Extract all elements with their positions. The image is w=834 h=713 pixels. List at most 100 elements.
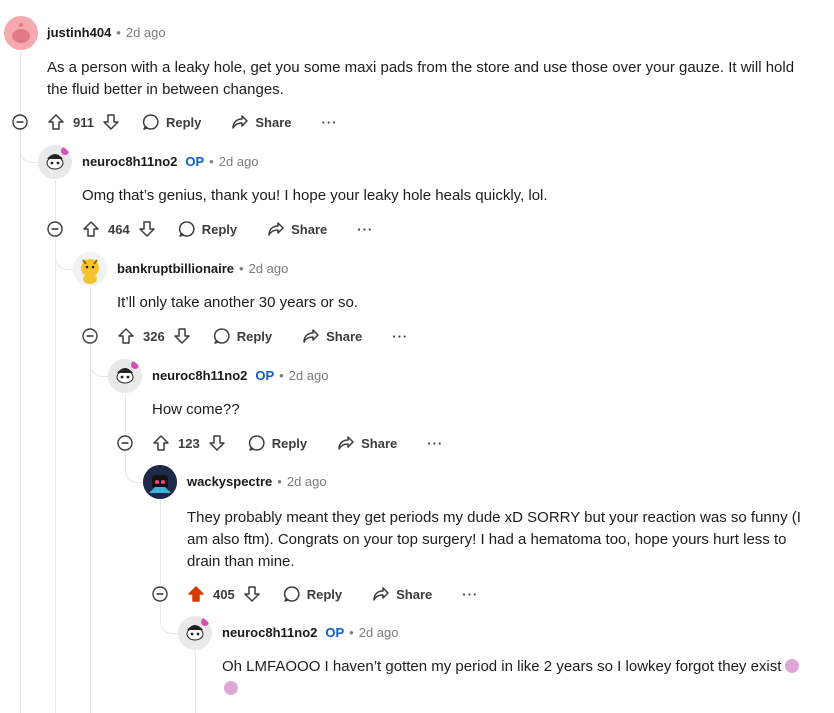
timestamp[interactable]: 2d ago xyxy=(126,25,166,40)
comment-actions: 405 Reply Share ··· xyxy=(187,585,478,603)
username[interactable]: justinh404 xyxy=(47,25,111,40)
timestamp[interactable]: 2d ago xyxy=(219,154,259,169)
downvote-icon[interactable] xyxy=(208,434,226,452)
vote-score: 123 xyxy=(178,435,200,451)
collapse-icon[interactable] xyxy=(12,114,28,130)
reply-label: Reply xyxy=(236,328,273,344)
thread-line xyxy=(55,237,56,713)
comment-actions: 911 Reply Share ··· xyxy=(47,113,338,131)
share-label: Share xyxy=(255,114,292,130)
share-button[interactable]: Share xyxy=(372,585,432,603)
reply-label: Reply xyxy=(271,435,308,451)
comment-meta: wackyspectre • 2d ago xyxy=(187,474,327,489)
collapse-icon[interactable] xyxy=(152,586,168,602)
robot-avatar-icon xyxy=(143,465,177,499)
reply-button[interactable]: Reply xyxy=(178,220,237,238)
reply-label: Reply xyxy=(306,586,343,602)
avatar[interactable] xyxy=(178,616,212,650)
more-options-button[interactable]: ··· xyxy=(427,436,443,451)
thread-line xyxy=(55,180,56,220)
more-options-button[interactable]: ··· xyxy=(462,587,478,602)
snoo-avatar-icon xyxy=(108,359,142,393)
share-icon xyxy=(373,587,389,601)
share-icon xyxy=(268,222,284,236)
vote-group: 326 xyxy=(117,327,191,345)
comment-bubble-icon xyxy=(142,114,159,130)
collapse-icon[interactable] xyxy=(117,435,133,451)
avatar[interactable] xyxy=(38,145,72,179)
downvote-icon[interactable] xyxy=(243,585,261,603)
username[interactable]: wackyspectre xyxy=(187,474,272,489)
thread-line xyxy=(20,130,21,713)
share-label: Share xyxy=(291,221,328,237)
share-button[interactable]: Share xyxy=(231,113,292,131)
collapse-icon[interactable] xyxy=(47,221,63,237)
comment-body: As a person with a leaky hole, get you s… xyxy=(47,59,795,98)
thread-line xyxy=(20,52,21,122)
more-options-button[interactable]: ··· xyxy=(322,115,338,130)
vote-score: 911 xyxy=(73,114,94,130)
comment-body: How come?? xyxy=(152,401,240,418)
share-icon xyxy=(338,436,354,450)
share-button[interactable]: Share xyxy=(267,220,327,238)
vote-group: 123 xyxy=(152,434,226,452)
upvote-filled-icon[interactable] xyxy=(187,585,205,603)
op-badge: OP xyxy=(185,154,205,169)
upvote-icon[interactable] xyxy=(152,434,170,452)
upvote-icon[interactable] xyxy=(82,220,100,238)
downvote-icon[interactable] xyxy=(173,327,191,345)
comment-actions: 326 Reply Share ··· xyxy=(117,327,408,345)
reply-label: Reply xyxy=(165,114,202,130)
reply-button[interactable]: Reply xyxy=(248,434,307,452)
comment-actions: 123 Reply Share ··· xyxy=(152,434,443,452)
avatar[interactable] xyxy=(4,16,38,50)
username[interactable]: neuroc8h11no2 xyxy=(152,368,247,383)
timestamp[interactable]: 2d ago xyxy=(249,261,289,276)
thread-line xyxy=(195,651,196,713)
thread-line xyxy=(125,394,126,434)
collapse-icon[interactable] xyxy=(82,328,98,344)
op-badge: OP xyxy=(325,625,345,640)
username[interactable]: neuroc8h11no2 xyxy=(82,154,177,169)
vote-group: 911 xyxy=(47,113,120,131)
more-options-button[interactable]: ··· xyxy=(392,329,408,344)
username[interactable]: bankruptbillionaire xyxy=(117,261,234,276)
timestamp[interactable]: 2d ago xyxy=(289,368,329,383)
comment-text: Oh LMFAOOO I haven’t gotten my period in… xyxy=(222,658,782,675)
thread-line xyxy=(160,500,161,584)
timestamp[interactable]: 2d ago xyxy=(287,474,327,489)
username[interactable]: neuroc8h11no2 xyxy=(222,625,317,640)
timestamp[interactable]: 2d ago xyxy=(359,625,399,640)
comment-meta: bankruptbillionaire • 2d ago xyxy=(117,261,288,276)
upvote-icon[interactable] xyxy=(47,113,65,131)
comment-body: It’ll only take another 30 years or so. xyxy=(117,294,358,311)
comment-bubble-icon xyxy=(213,328,230,344)
separator: • xyxy=(277,474,282,489)
vote-group: 464 xyxy=(82,220,156,238)
upvote-icon[interactable] xyxy=(117,327,135,345)
avatar[interactable] xyxy=(108,359,142,393)
screaming-face-emoji-icon xyxy=(785,659,800,673)
reply-label: Reply xyxy=(201,221,238,237)
more-options-button[interactable]: ··· xyxy=(357,222,373,237)
comment-meta: justinh404 • 2d ago xyxy=(47,25,166,40)
share-label: Share xyxy=(361,435,398,451)
share-button[interactable]: Share xyxy=(302,327,362,345)
avatar[interactable] xyxy=(73,252,107,286)
reply-button[interactable]: Reply xyxy=(213,327,272,345)
downvote-icon[interactable] xyxy=(102,113,120,131)
avatar[interactable] xyxy=(143,465,177,499)
reply-button[interactable]: Reply xyxy=(142,113,201,131)
thread-line xyxy=(90,344,91,713)
share-button[interactable]: Share xyxy=(337,434,397,452)
separator: • xyxy=(116,25,121,40)
downvote-icon[interactable] xyxy=(138,220,156,238)
separator: • xyxy=(239,261,244,276)
tiger-avatar-icon xyxy=(73,252,107,286)
reply-button[interactable]: Reply xyxy=(283,585,342,603)
op-badge: OP xyxy=(255,368,275,383)
comment-body: Omg that’s genius, thank you! I hope you… xyxy=(82,187,548,204)
vote-score: 405 xyxy=(213,586,235,602)
vote-group: 405 xyxy=(187,585,261,603)
snoo-avatar-icon xyxy=(38,145,72,179)
